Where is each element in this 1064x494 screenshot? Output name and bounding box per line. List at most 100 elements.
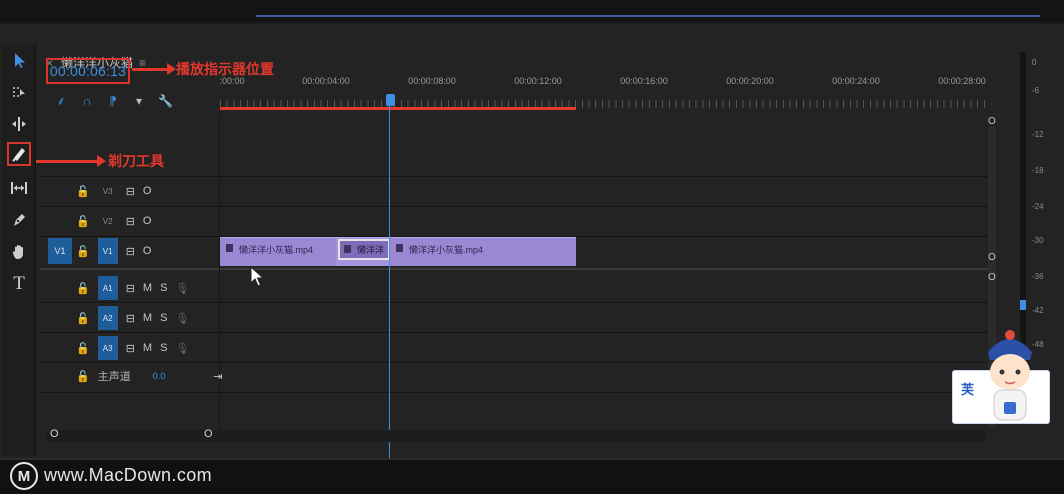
- annotation-arrow: [36, 155, 106, 167]
- track-header-v2[interactable]: 🔓 V2 ⊟ O: [76, 214, 151, 228]
- ruler-label: 00:00:08:00: [408, 76, 456, 86]
- site-url: www.MacDown.com: [44, 465, 213, 485]
- lock-icon[interactable]: 🔓: [76, 282, 90, 295]
- meter-label: 0: [1032, 58, 1037, 67]
- track-divider: [40, 176, 990, 177]
- tools-panel: T: [2, 44, 36, 456]
- track-header-v1[interactable]: 🔓 V1 ⊟ O: [76, 238, 151, 264]
- meter-label: -36: [1032, 272, 1044, 281]
- scroll-handle-mid[interactable]: O: [988, 252, 996, 263]
- sync-lock-icon[interactable]: ⊟: [126, 185, 135, 198]
- lock-icon[interactable]: 🔓: [76, 245, 90, 258]
- work-area-bar[interactable]: [220, 107, 576, 110]
- timeline-tool-row: ⸙ ∩ ⁋ ▾ 🔧: [54, 92, 172, 109]
- settings-wrench-icon[interactable]: 🔧: [158, 94, 173, 108]
- playhead-line[interactable]: [389, 104, 390, 458]
- meter-label: -30: [1032, 236, 1044, 245]
- add-marker-type-icon[interactable]: ⁋: [106, 94, 120, 108]
- mute-button[interactable]: M: [143, 282, 152, 294]
- playhead-timecode[interactable]: 00:00:06:13: [46, 58, 130, 84]
- snap-icon[interactable]: ⸙: [54, 92, 68, 109]
- lock-icon[interactable]: 🔓: [76, 215, 90, 228]
- razor-annotation: 剃刀工具: [108, 153, 164, 169]
- sync-lock-icon[interactable]: ⊟: [126, 282, 135, 295]
- track-name[interactable]: V3: [98, 184, 118, 198]
- track-select-tool-icon[interactable]: [7, 80, 31, 104]
- fx-badge-icon: [226, 244, 233, 252]
- video-clip-selected[interactable]: 懒洋洋: [336, 237, 390, 266]
- track-name[interactable]: A2: [97, 306, 118, 330]
- track-divider: [40, 302, 990, 303]
- track-divider: [40, 206, 990, 207]
- watermark-footer: M www.MacDown.com: [0, 458, 1064, 494]
- eye-icon[interactable]: O: [143, 215, 152, 227]
- master-volume-value[interactable]: 0.0: [153, 371, 166, 381]
- mute-button[interactable]: M: [143, 312, 152, 324]
- video-audio-divider: [40, 268, 990, 270]
- lock-icon[interactable]: 🔓: [76, 342, 90, 355]
- horizontal-scrollbar[interactable]: [46, 430, 986, 442]
- track-header-a1[interactable]: 🔓 A1 ⊟ M S 🎙: [76, 276, 189, 300]
- solo-button[interactable]: S: [160, 342, 167, 354]
- time-ruler[interactable]: :00:00 00:00:04:00 00:00:08:00 00:00:12:…: [219, 76, 986, 110]
- video-clip[interactable]: 懒洋洋小灰猫.mp4: [390, 237, 576, 266]
- track-name[interactable]: A1: [97, 276, 118, 300]
- mic-icon[interactable]: 🎙: [175, 282, 189, 295]
- linked-selection-icon[interactable]: ∩: [80, 94, 94, 108]
- zoom-handle-right[interactable]: O: [204, 428, 213, 440]
- solo-button[interactable]: S: [160, 312, 167, 324]
- track-name[interactable]: V1: [97, 238, 118, 264]
- mic-icon[interactable]: 🎙: [175, 342, 189, 355]
- top-accent-line: [256, 15, 1040, 17]
- track-header-master[interactable]: 🔓 主声道 0.0 ⇥: [76, 368, 222, 384]
- mic-icon[interactable]: 🎙: [175, 312, 189, 325]
- clip-label: 懒洋洋小灰猫.mp4: [239, 245, 314, 255]
- selection-tool-icon[interactable]: [7, 48, 31, 72]
- playhead-handle[interactable]: [386, 94, 395, 106]
- zoom-handle-left[interactable]: O: [50, 428, 59, 440]
- eye-icon[interactable]: O: [143, 245, 152, 257]
- type-tool-icon[interactable]: T: [7, 272, 31, 296]
- track-name[interactable]: V2: [98, 214, 118, 228]
- top-bar: [0, 0, 1064, 22]
- ripple-edit-tool-icon[interactable]: [7, 112, 31, 136]
- razor-tool-icon[interactable]: [7, 142, 31, 166]
- source-patch-v1[interactable]: V1: [48, 238, 72, 264]
- slip-tool-icon[interactable]: [7, 176, 31, 200]
- clip-label: 懒洋洋小灰猫.mp4: [409, 245, 484, 255]
- track-divider: [40, 392, 990, 393]
- sync-lock-icon[interactable]: ⊟: [126, 245, 135, 258]
- ruler-label: 00:00:24:00: [832, 76, 880, 86]
- video-clip[interactable]: 懒洋洋小灰猫.mp4: [220, 237, 336, 266]
- scroll-handle-bottom[interactable]: O: [988, 272, 996, 283]
- pen-tool-icon[interactable]: [7, 208, 31, 232]
- track-divider: [40, 332, 990, 333]
- go-to-end-icon[interactable]: ⇥: [213, 370, 222, 383]
- master-label: 主声道: [97, 371, 131, 383]
- sync-lock-icon[interactable]: ⊟: [126, 342, 135, 355]
- ruler-label: 00:00:16:00: [620, 76, 668, 86]
- ruler-label: :00:00: [219, 76, 245, 86]
- track-header-v3[interactable]: 🔓 V3 ⊟ O: [76, 184, 151, 198]
- scroll-handle-top[interactable]: O: [988, 116, 996, 127]
- mascot-card-text: 芙: [961, 382, 975, 397]
- hand-tool-icon[interactable]: [7, 240, 31, 264]
- track-header-a2[interactable]: 🔓 A2 ⊟ M S 🎙: [76, 306, 189, 330]
- lock-icon[interactable]: 🔓: [76, 370, 90, 383]
- ruler-label: 00:00:04:00: [302, 76, 350, 86]
- track-name[interactable]: A3: [97, 336, 118, 360]
- track-header-a3[interactable]: 🔓 A3 ⊟ M S 🎙: [76, 336, 189, 360]
- ruler-label: 00:00:12:00: [514, 76, 562, 86]
- lock-icon[interactable]: 🔓: [76, 312, 90, 325]
- ruler-label: 00:00:28:00: [938, 76, 986, 86]
- sync-lock-icon[interactable]: ⊟: [126, 215, 135, 228]
- eye-icon[interactable]: O: [143, 185, 152, 197]
- mute-button[interactable]: M: [143, 342, 152, 354]
- solo-button[interactable]: S: [160, 282, 167, 294]
- sync-lock-icon[interactable]: ⊟: [126, 312, 135, 325]
- marker-icon[interactable]: ▾: [132, 94, 146, 108]
- site-logo-icon: M: [10, 462, 38, 490]
- lock-icon[interactable]: 🔓: [76, 185, 90, 198]
- clip-selection-frame: 懒洋洋: [338, 239, 390, 260]
- fx-badge-icon: [344, 245, 351, 253]
